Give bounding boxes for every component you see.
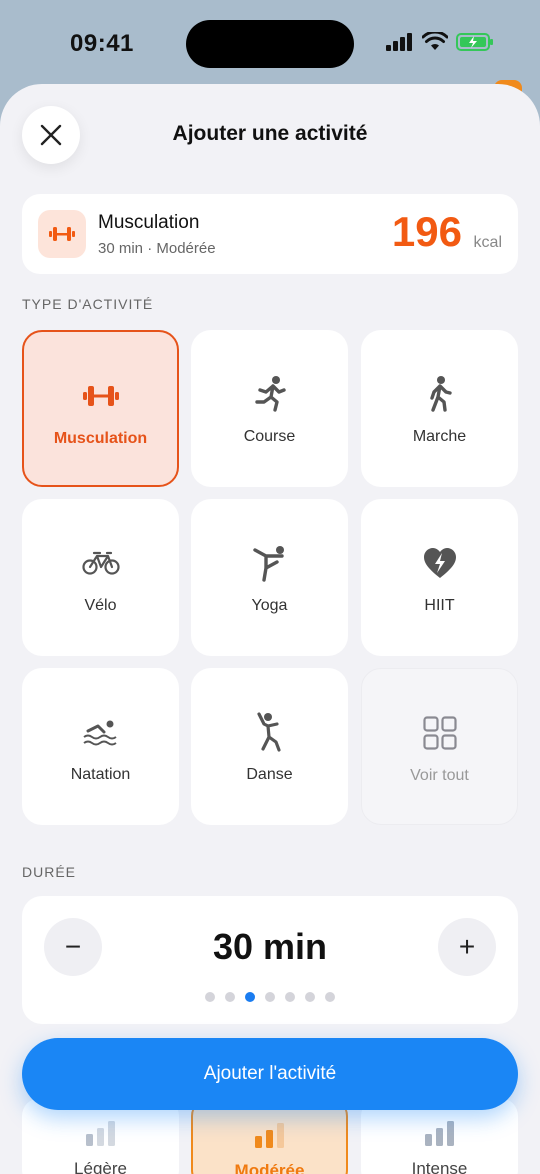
activity-tile-label: Voir tout bbox=[410, 767, 469, 784]
bicycle-icon bbox=[81, 543, 120, 583]
activity-tile-label: HIIT bbox=[424, 597, 455, 614]
activity-type-label: TYPE D'ACTIVITÉ bbox=[22, 296, 154, 312]
activity-tile-label: Musculation bbox=[53, 430, 148, 447]
yoga-icon bbox=[252, 543, 288, 583]
summary-activity-name: Musculation bbox=[98, 212, 200, 233]
dance-icon bbox=[255, 712, 285, 752]
running-icon bbox=[254, 374, 286, 414]
activity-tile-yoga[interactable]: Yoga bbox=[191, 499, 348, 656]
activity-tile-natation[interactable]: Natation bbox=[22, 668, 179, 825]
activity-tile-label: Marche bbox=[412, 428, 467, 445]
summary-subtitle: 30 min · Modérée bbox=[98, 240, 216, 257]
duration-label: DURÉE bbox=[22, 864, 77, 880]
activity-tile-hiit[interactable]: HIIT bbox=[361, 499, 518, 656]
dumbbell-icon bbox=[38, 210, 86, 258]
activity-summary-card: Musculation 30 min · Modérée 196 kcal bbox=[22, 194, 518, 274]
heart-bolt-icon bbox=[423, 543, 457, 583]
activity-tile-label: Yoga bbox=[251, 597, 288, 614]
page-dot[interactable] bbox=[225, 992, 235, 1002]
activity-tile-musculation[interactable]: Musculation bbox=[22, 330, 179, 487]
dynamic-island bbox=[186, 20, 354, 68]
activity-tile-marche[interactable]: Marche bbox=[361, 330, 518, 487]
page-dot[interactable] bbox=[285, 992, 295, 1002]
page-title: Ajouter une activité bbox=[172, 122, 368, 145]
duration-page-dots bbox=[22, 992, 518, 1002]
swimming-icon bbox=[82, 712, 120, 752]
activity-tile-velo[interactable]: Vélo bbox=[22, 499, 179, 656]
bars-low-icon bbox=[85, 1120, 116, 1151]
activity-tile-label: Vélo bbox=[84, 597, 117, 614]
page-dot[interactable] bbox=[265, 992, 275, 1002]
add-activity-sheet: Ajouter une activité Musculation 30 min … bbox=[0, 84, 540, 1174]
activity-tile-label: Course bbox=[243, 428, 296, 445]
activity-tile-course[interactable]: Course bbox=[191, 330, 348, 487]
activity-tile-label: Danse bbox=[246, 766, 293, 783]
kcal-unit: kcal bbox=[473, 234, 502, 251]
battery-icon bbox=[456, 33, 493, 51]
page-dot[interactable] bbox=[245, 992, 255, 1002]
status-icons bbox=[386, 32, 494, 52]
intensity-label: Légère bbox=[74, 1159, 127, 1174]
wifi-icon bbox=[422, 32, 448, 50]
kcal-value: 196 bbox=[391, 208, 462, 255]
increment-button[interactable]: + bbox=[438, 918, 496, 976]
see-all-tile[interactable]: Voir tout bbox=[361, 668, 518, 825]
bars-medium-icon bbox=[254, 1122, 285, 1153]
grid-icon bbox=[422, 713, 457, 753]
dumbbell-icon bbox=[82, 376, 119, 416]
activity-tile-label: Natation bbox=[70, 766, 131, 783]
walking-icon bbox=[426, 374, 454, 414]
page-dot[interactable] bbox=[325, 992, 335, 1002]
plus-icon: + bbox=[458, 931, 476, 962]
intensity-label: Intense bbox=[411, 1159, 468, 1174]
add-activity-button[interactable]: Ajouter l'activité bbox=[22, 1038, 518, 1110]
page-dot[interactable] bbox=[305, 992, 315, 1002]
status-bar: 09:41 bbox=[0, 0, 540, 88]
duration-card: − 30 min + bbox=[22, 896, 518, 1024]
signal-icon bbox=[386, 33, 412, 51]
intensity-label: Modérée bbox=[234, 1161, 305, 1174]
bars-high-icon bbox=[424, 1120, 455, 1151]
status-time: 09:41 bbox=[70, 30, 134, 57]
page-dot[interactable] bbox=[205, 992, 215, 1002]
activity-tile-danse[interactable]: Danse bbox=[191, 668, 348, 825]
